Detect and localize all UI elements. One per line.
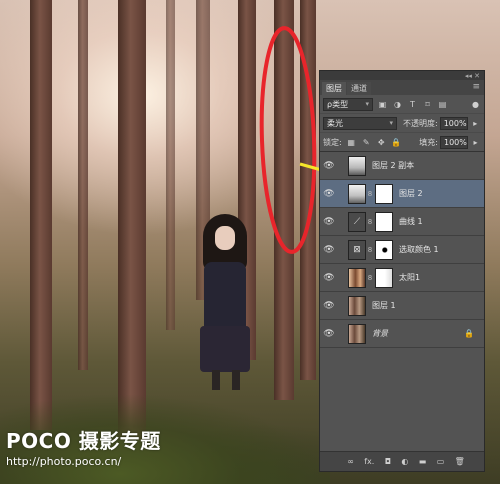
fx-icon[interactable]: fx. bbox=[364, 457, 374, 466]
opacity-input[interactable]: 100% bbox=[439, 116, 468, 130]
collapse-icon[interactable]: ◂◂ bbox=[465, 72, 472, 80]
link-icon[interactable]: 8 bbox=[366, 274, 374, 282]
layer-thumbnail bbox=[348, 323, 366, 344]
link-icon[interactable]: 8 bbox=[366, 246, 374, 254]
tab-channels[interactable]: 通道 bbox=[347, 82, 371, 95]
eye-icon[interactable]: 👁 bbox=[320, 189, 338, 199]
layer-name: 背景 bbox=[372, 329, 388, 338]
layer-mask-thumbnail[interactable] bbox=[375, 183, 393, 204]
layer-thumbnail bbox=[348, 155, 366, 176]
layer-row[interactable]: 👁 ⟋ 8 曲线 1 bbox=[320, 208, 484, 236]
lock-paint-icon[interactable]: ✎ bbox=[361, 137, 372, 148]
eye-icon[interactable]: 👁 bbox=[320, 301, 338, 311]
layer-row[interactable]: 👁 图层 1 bbox=[320, 292, 484, 320]
filter-kind-select[interactable]: ρ类型 ▾ bbox=[323, 97, 373, 111]
lock-icon: 🔒 bbox=[464, 329, 474, 338]
link-icon[interactable]: 8 bbox=[366, 190, 374, 198]
layer-row[interactable]: 👁 图层 2 副本 bbox=[320, 152, 484, 180]
filter-toggle-icon[interactable]: ● bbox=[470, 99, 481, 110]
layers-list: 👁 图层 2 副本 👁 8 图层 2 👁 ⟋ 8 曲线 1 👁 ⊠ 8 选取颜色… bbox=[320, 152, 484, 448]
eye-icon[interactable]: 👁 bbox=[320, 161, 338, 171]
fill-label: 填充: bbox=[419, 137, 438, 147]
new-layer-icon[interactable]: ▭ bbox=[437, 457, 445, 466]
blend-row: 柔光 ▾ 不透明度: 100% ▸ bbox=[320, 114, 484, 133]
watermark-logo: POCO 摄影专题 bbox=[6, 429, 161, 453]
layer-thumbnail bbox=[348, 183, 366, 204]
layer-name: 图层 2 副本 bbox=[372, 161, 415, 170]
group-icon[interactable]: ▬ bbox=[419, 457, 427, 466]
eye-icon[interactable]: 👁 bbox=[320, 273, 338, 283]
fill-input[interactable]: 100% bbox=[440, 135, 468, 149]
image-filter-icon[interactable]: ▣ bbox=[377, 99, 388, 110]
filter-kind-label: ρ类型 bbox=[327, 99, 349, 109]
trash-icon[interactable]: 🗑 bbox=[455, 457, 465, 466]
selective-color-adjustment-icon: ⊠ bbox=[348, 239, 366, 260]
layer-mask-thumbnail[interactable] bbox=[375, 267, 393, 288]
chevron-right-icon[interactable]: ▸ bbox=[470, 118, 481, 129]
tab-layers[interactable]: 图层 bbox=[322, 82, 346, 95]
chevron-down-icon: ▾ bbox=[389, 119, 393, 127]
layer-name: 选取颜色 1 bbox=[399, 245, 439, 254]
red-annotation-ellipse bbox=[259, 26, 317, 254]
text-filter-icon[interactable]: T bbox=[407, 99, 418, 110]
smart-object-filter-icon[interactable]: ▤ bbox=[437, 99, 448, 110]
adjustment-filter-icon[interactable]: ◑ bbox=[392, 99, 403, 110]
filter-row: ρ类型 ▾ ▣ ◑ T ⌑ ▤ ● bbox=[320, 95, 484, 114]
panel-tabs: 图层 通道 ≡ bbox=[320, 80, 484, 95]
opacity-label: 不透明度: bbox=[403, 118, 438, 128]
layer-thumbnail bbox=[348, 267, 366, 288]
watermark: POCO 摄影专题 http://photo.poco.cn/ bbox=[6, 425, 161, 468]
curves-adjustment-icon: ⟋ bbox=[348, 211, 366, 232]
chevron-down-icon: ▾ bbox=[365, 100, 369, 108]
chevron-right-icon[interactable]: ▸ bbox=[470, 137, 481, 148]
adjustment-layer-icon[interactable]: ◐ bbox=[401, 457, 408, 466]
close-icon[interactable]: ✕ bbox=[474, 72, 480, 80]
blend-mode-value: 柔光 bbox=[327, 118, 343, 128]
eye-icon[interactable]: 👁 bbox=[320, 217, 338, 227]
layer-name: 曲线 1 bbox=[399, 217, 423, 226]
lock-transparent-icon[interactable]: ▦ bbox=[346, 137, 357, 148]
layer-row-selected[interactable]: 👁 8 图层 2 bbox=[320, 180, 484, 208]
layers-panel: ◂◂ ✕ 图层 通道 ≡ ρ类型 ▾ ▣ ◑ T ⌑ ▤ ● 柔光 ▾ 不透明度… bbox=[319, 70, 485, 472]
layer-mask-thumbnail[interactable] bbox=[375, 211, 393, 232]
eye-icon[interactable]: 👁 bbox=[320, 329, 338, 339]
blend-mode-select[interactable]: 柔光 ▾ bbox=[323, 116, 397, 130]
lock-row: 锁定: ▦ ✎ ✥ 🔒 填充: 100% ▸ bbox=[320, 133, 484, 152]
layer-row[interactable]: 👁 ⊠ 8 选取颜色 1 bbox=[320, 236, 484, 264]
layer-row[interactable]: 👁 背景 🔒 bbox=[320, 320, 484, 348]
layer-name: 图层 1 bbox=[372, 301, 396, 310]
panel-menu-icon[interactable]: ≡ bbox=[472, 82, 480, 92]
lock-move-icon[interactable]: ✥ bbox=[376, 137, 387, 148]
shape-filter-icon[interactable]: ⌑ bbox=[422, 99, 433, 110]
layer-row[interactable]: 👁 8 太阳1 bbox=[320, 264, 484, 292]
layer-name: 图层 2 bbox=[399, 189, 423, 198]
watermark-url: http://photo.poco.cn/ bbox=[6, 455, 122, 468]
layer-name: 太阳1 bbox=[399, 273, 421, 282]
layer-thumbnail bbox=[348, 295, 366, 316]
lock-all-icon[interactable]: 🔒 bbox=[391, 137, 402, 148]
panel-footer: ∞ fx. ◘ ◐ ▬ ▭ 🗑 bbox=[320, 451, 484, 471]
add-mask-icon[interactable]: ◘ bbox=[385, 457, 391, 466]
panel-titlebar: ◂◂ ✕ bbox=[320, 71, 484, 80]
link-layers-icon[interactable]: ∞ bbox=[347, 457, 354, 466]
lock-label: 锁定: bbox=[323, 137, 342, 147]
eye-icon[interactable]: 👁 bbox=[320, 245, 338, 255]
layer-mask-thumbnail[interactable] bbox=[375, 239, 393, 260]
link-icon[interactable]: 8 bbox=[366, 218, 374, 226]
